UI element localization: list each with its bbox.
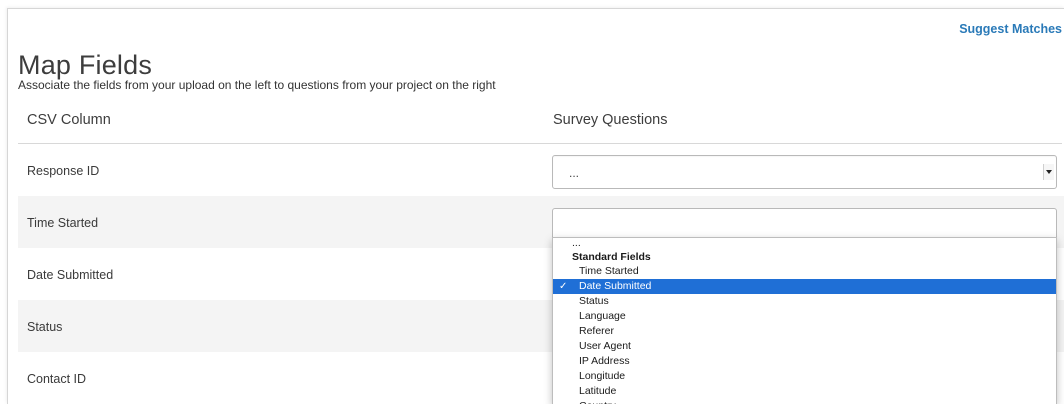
dropdown-option[interactable]: Country <box>553 399 1056 404</box>
dropdown-option-selected[interactable]: ✓ Date Submitted <box>553 279 1056 294</box>
option-label: Date Submitted <box>579 280 652 292</box>
survey-questions-header: Survey Questions <box>553 112 668 128</box>
group-label-text: Standard Fields <box>572 251 651 263</box>
checkmark-icon: ✓ <box>559 281 568 292</box>
dropdown-option[interactable]: Status <box>553 294 1056 309</box>
dropdown-option[interactable]: IP Address <box>553 354 1056 369</box>
option-label: Country <box>579 399 616 404</box>
csv-column-header: CSV Column <box>27 112 111 128</box>
option-label: Referer <box>579 325 615 337</box>
page-title: Map Fields <box>18 50 153 81</box>
suggest-matches-link[interactable]: Suggest Matches <box>959 22 1062 36</box>
response-id-select[interactable]: ... <box>552 155 1057 189</box>
option-label: ... <box>572 237 581 249</box>
dropdown-group-label: Standard Fields <box>553 250 1056 265</box>
csv-field-label: Response ID <box>27 164 100 178</box>
chevron-down-icon[interactable] <box>1043 164 1054 180</box>
option-label: Latitude <box>579 385 617 397</box>
csv-field-label: Status <box>27 320 63 334</box>
csv-field-label: Date Submitted <box>27 268 114 282</box>
option-label: Status <box>579 295 609 307</box>
page-subtitle: Associate the fields from your upload on… <box>18 78 496 92</box>
dropdown-option[interactable]: Referer <box>553 324 1056 339</box>
dropdown-option[interactable]: Longitude <box>553 369 1056 384</box>
option-label: User Agent <box>579 340 631 352</box>
option-label: Language <box>579 310 626 322</box>
dropdown-option[interactable]: User Agent <box>553 339 1056 354</box>
dropdown-option[interactable]: Language <box>553 309 1056 324</box>
option-label: Time Started <box>579 265 639 277</box>
option-label: Longitude <box>579 370 626 382</box>
option-label: IP Address <box>579 355 630 367</box>
csv-field-label: Time Started <box>27 216 99 230</box>
dropdown-option[interactable]: Latitude <box>553 384 1056 399</box>
dropdown-option[interactable]: Time Started <box>553 264 1056 279</box>
csv-field-label: Contact ID <box>27 372 87 386</box>
select-value: ... <box>569 166 580 180</box>
survey-question-dropdown[interactable]: ... Standard Fields Time Started ✓ Date Su… <box>552 237 1057 404</box>
